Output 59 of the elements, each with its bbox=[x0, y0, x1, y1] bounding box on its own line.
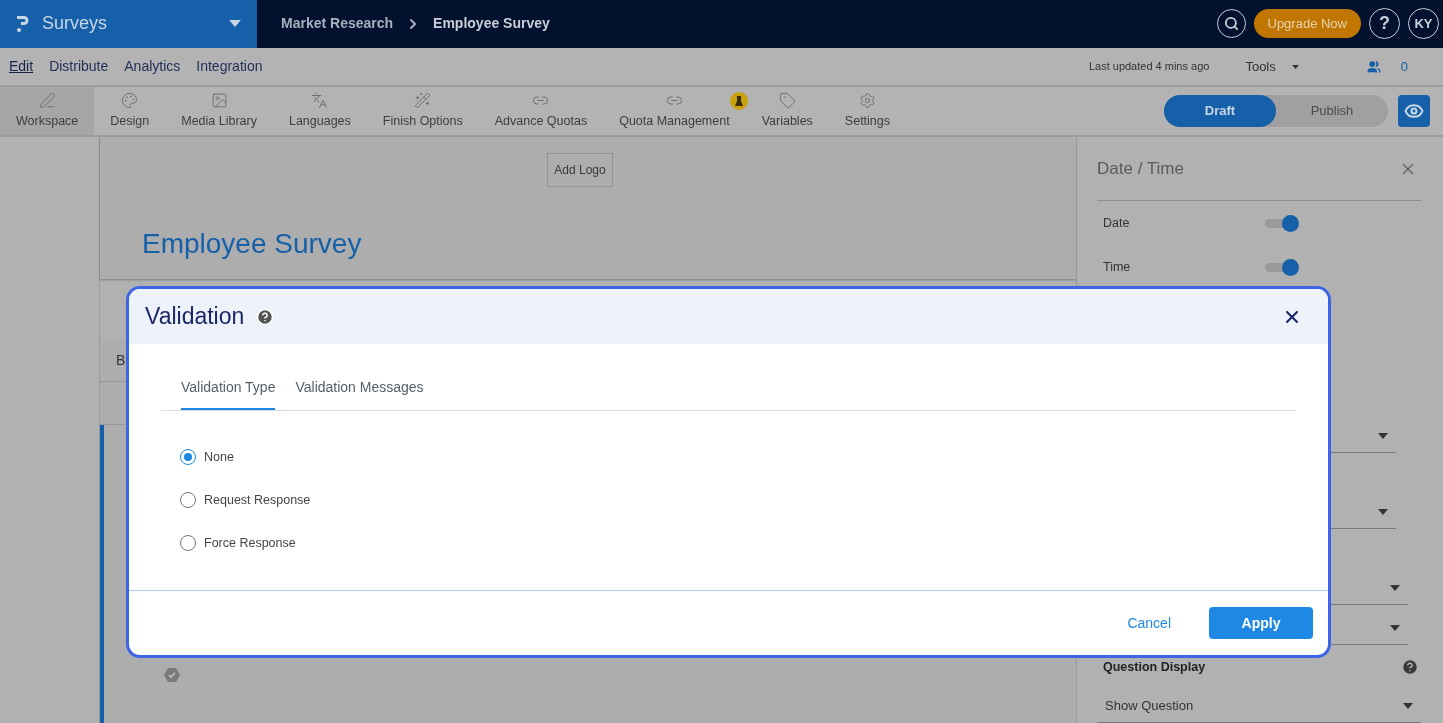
search-icon bbox=[1223, 16, 1239, 32]
people-icon bbox=[1366, 59, 1381, 74]
caret-icon bbox=[1291, 64, 1299, 69]
radio-label: None bbox=[204, 449, 234, 466]
dialog-tab[interactable]: Validation Messages bbox=[295, 377, 424, 410]
help-icon[interactable] bbox=[1401, 658, 1419, 676]
toolbar-item[interactable]: Workspace bbox=[0, 87, 95, 135]
toolbar-item[interactable]: Design bbox=[94, 87, 166, 135]
gear-icon bbox=[858, 91, 876, 109]
toolbar-item[interactable]: Finish Options bbox=[366, 87, 479, 135]
cancel-button[interactable]: Cancel bbox=[1127, 612, 1171, 634]
radio-label: Request Response bbox=[204, 491, 311, 509]
image-icon bbox=[210, 91, 228, 109]
radio-label: Force Response bbox=[204, 534, 296, 552]
last-updated-text: Last updated 4 mins ago bbox=[1088, 59, 1210, 75]
nav-tab[interactable]: Edit bbox=[9, 56, 34, 77]
add-logo-button[interactable]: Add Logo bbox=[547, 153, 613, 187]
breadcrumb-current: Employee Survey bbox=[433, 14, 550, 34]
mode-option[interactable]: Draft bbox=[1164, 95, 1276, 128]
toolbar-item[interactable]: Advance Quotas bbox=[478, 87, 604, 135]
breadcrumb-link[interactable]: Market Research bbox=[281, 13, 394, 35]
section-label: Question Display bbox=[1103, 658, 1206, 676]
caret-icon bbox=[1378, 432, 1388, 439]
magic-wand-icon bbox=[414, 91, 432, 109]
caret-icon bbox=[1378, 508, 1388, 515]
dialog-title: Validation bbox=[145, 302, 245, 332]
apply-button[interactable]: Apply bbox=[1209, 607, 1313, 639]
caret-icon bbox=[229, 20, 241, 28]
toolbar-item[interactable]: Variables bbox=[745, 87, 829, 135]
translate-icon bbox=[311, 91, 329, 109]
toolbar-item[interactable]: Settings bbox=[828, 87, 906, 135]
toggle-label: Time bbox=[1103, 258, 1132, 276]
pen-list-icon bbox=[38, 91, 56, 109]
dropdown-field[interactable]: Show Question bbox=[1097, 689, 1421, 723]
nav-tab[interactable]: Integration bbox=[196, 56, 263, 77]
nav-tab[interactable]: Distribute bbox=[49, 56, 109, 77]
caret-icon bbox=[1390, 584, 1400, 591]
toolbar-item[interactable]: Media Library bbox=[165, 87, 273, 135]
caret-icon bbox=[1403, 702, 1413, 709]
collaborator-count: 0 bbox=[1400, 57, 1408, 76]
toggle-switch[interactable] bbox=[1265, 214, 1299, 232]
product-switcher[interactable]: Surveys bbox=[0, 0, 257, 48]
preview-button[interactable] bbox=[1398, 95, 1430, 128]
toolbar-item[interactable]: Languages bbox=[272, 87, 367, 135]
tools-menu[interactable]: Tools bbox=[1245, 56, 1299, 77]
logo-icon bbox=[16, 14, 30, 33]
mode-option[interactable]: Publish bbox=[1276, 95, 1388, 128]
toolbar-item[interactable]: Quota Management bbox=[603, 87, 746, 135]
tag-icon bbox=[778, 91, 796, 109]
check-badge-icon bbox=[164, 667, 180, 683]
survey-title: Employee Survey bbox=[142, 227, 362, 261]
dialog-tab[interactable]: Validation Type bbox=[181, 377, 276, 410]
toggle-switch[interactable] bbox=[1265, 258, 1299, 276]
panel-title: Date / Time bbox=[1097, 157, 1184, 180]
toggle-label: Date bbox=[1103, 214, 1131, 232]
palette-icon bbox=[121, 91, 139, 109]
caret-icon bbox=[1390, 624, 1400, 631]
nav-tab[interactable]: Analytics bbox=[124, 56, 181, 77]
block-label: B bbox=[116, 350, 126, 370]
